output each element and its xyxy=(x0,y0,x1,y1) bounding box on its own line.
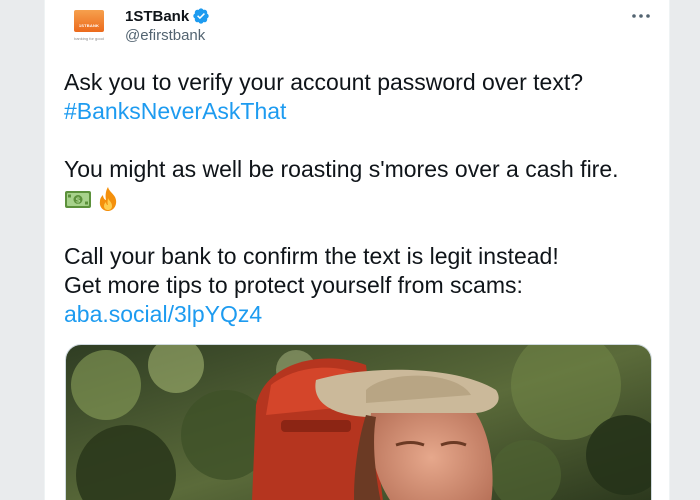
more-horizontal-icon xyxy=(632,14,650,18)
tweet-body: Ask you to verify your account password … xyxy=(64,68,654,329)
avatar[interactable]: 1STBANK banking for good xyxy=(65,6,113,54)
url-link[interactable]: aba.social/3lpYQz4 xyxy=(64,301,262,327)
display-name[interactable]: 1STBank xyxy=(125,8,189,25)
tweet-media-photo[interactable] xyxy=(65,344,652,500)
fire-icon xyxy=(94,185,122,213)
tweet-line-1: Ask you to verify your account password … xyxy=(64,69,584,95)
name-row: 1STBank xyxy=(125,6,210,26)
tweet-header: 1STBank @efirstbank xyxy=(125,6,210,44)
tweet-card: 1STBANK banking for good 1STBank @efirst… xyxy=(44,0,670,500)
dollar-banknote-icon: $ xyxy=(64,185,92,213)
avatar-tagline: banking for good xyxy=(74,36,104,41)
bank-logo-icon: 1STBANK xyxy=(74,10,104,32)
tweet-line-4: Get more tips to protect yourself from s… xyxy=(64,272,523,298)
more-options-button[interactable] xyxy=(627,6,655,26)
photo-image xyxy=(66,345,651,500)
svg-text:$: $ xyxy=(75,195,81,204)
verified-badge-icon xyxy=(192,7,210,25)
user-handle[interactable]: @efirstbank xyxy=(125,27,210,44)
tweet-line-3: Call your bank to confirm the text is le… xyxy=(64,243,559,269)
emoji-row: $ xyxy=(64,184,654,213)
avatar-logo-text: 1STBANK xyxy=(78,23,100,28)
hashtag-link[interactable]: #BanksNeverAskThat xyxy=(64,98,286,124)
tweet-line-2: You might as well be roasting s'mores ov… xyxy=(64,156,619,182)
